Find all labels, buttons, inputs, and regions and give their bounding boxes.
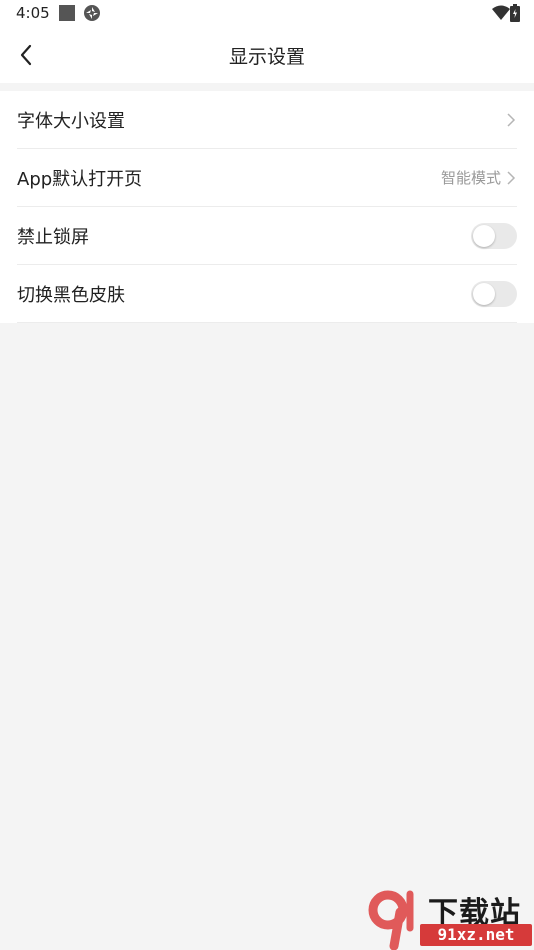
- section-gap: [0, 83, 534, 91]
- setting-label: 禁止锁屏: [17, 226, 89, 248]
- battery-icon: [510, 4, 520, 22]
- status-time: 4:05: [16, 4, 50, 22]
- setting-dark-skin: 切换黑色皮肤: [17, 265, 517, 323]
- nav-bar: 显示设置: [0, 27, 534, 83]
- status-bar: 4:05: [0, 0, 534, 27]
- chevron-right-icon: [507, 112, 516, 127]
- setting-label: 字体大小设置: [17, 110, 125, 132]
- toggle-knob: [473, 224, 495, 247]
- setting-value: 智能模式: [440, 169, 501, 187]
- settings-list: 字体大小设置 App默认打开页 智能模式 禁止锁屏 切换黑色皮肤: [0, 91, 534, 323]
- setting-prevent-lock: 禁止锁屏: [17, 207, 517, 265]
- dark-skin-toggle[interactable]: [471, 280, 517, 307]
- setting-label: App默认打开页: [17, 168, 143, 190]
- prevent-lock-toggle[interactable]: [471, 222, 517, 249]
- chevron-right-icon: [507, 170, 516, 185]
- page-title: 显示设置: [228, 46, 305, 68]
- setting-label: 切换黑色皮肤: [17, 284, 125, 306]
- notification-square-icon: [59, 5, 75, 21]
- toggle-knob: [473, 282, 495, 305]
- wifi-icon: [492, 5, 510, 20]
- setting-default-page[interactable]: App默认打开页 智能模式: [17, 149, 517, 207]
- watermark-logo-icon: [368, 890, 414, 950]
- setting-font-size[interactable]: 字体大小设置: [17, 91, 517, 149]
- app-notification-icon: [84, 5, 100, 21]
- watermark: 下载站 91xz.net: [364, 888, 534, 950]
- watermark-url: 91xz.net: [420, 924, 532, 946]
